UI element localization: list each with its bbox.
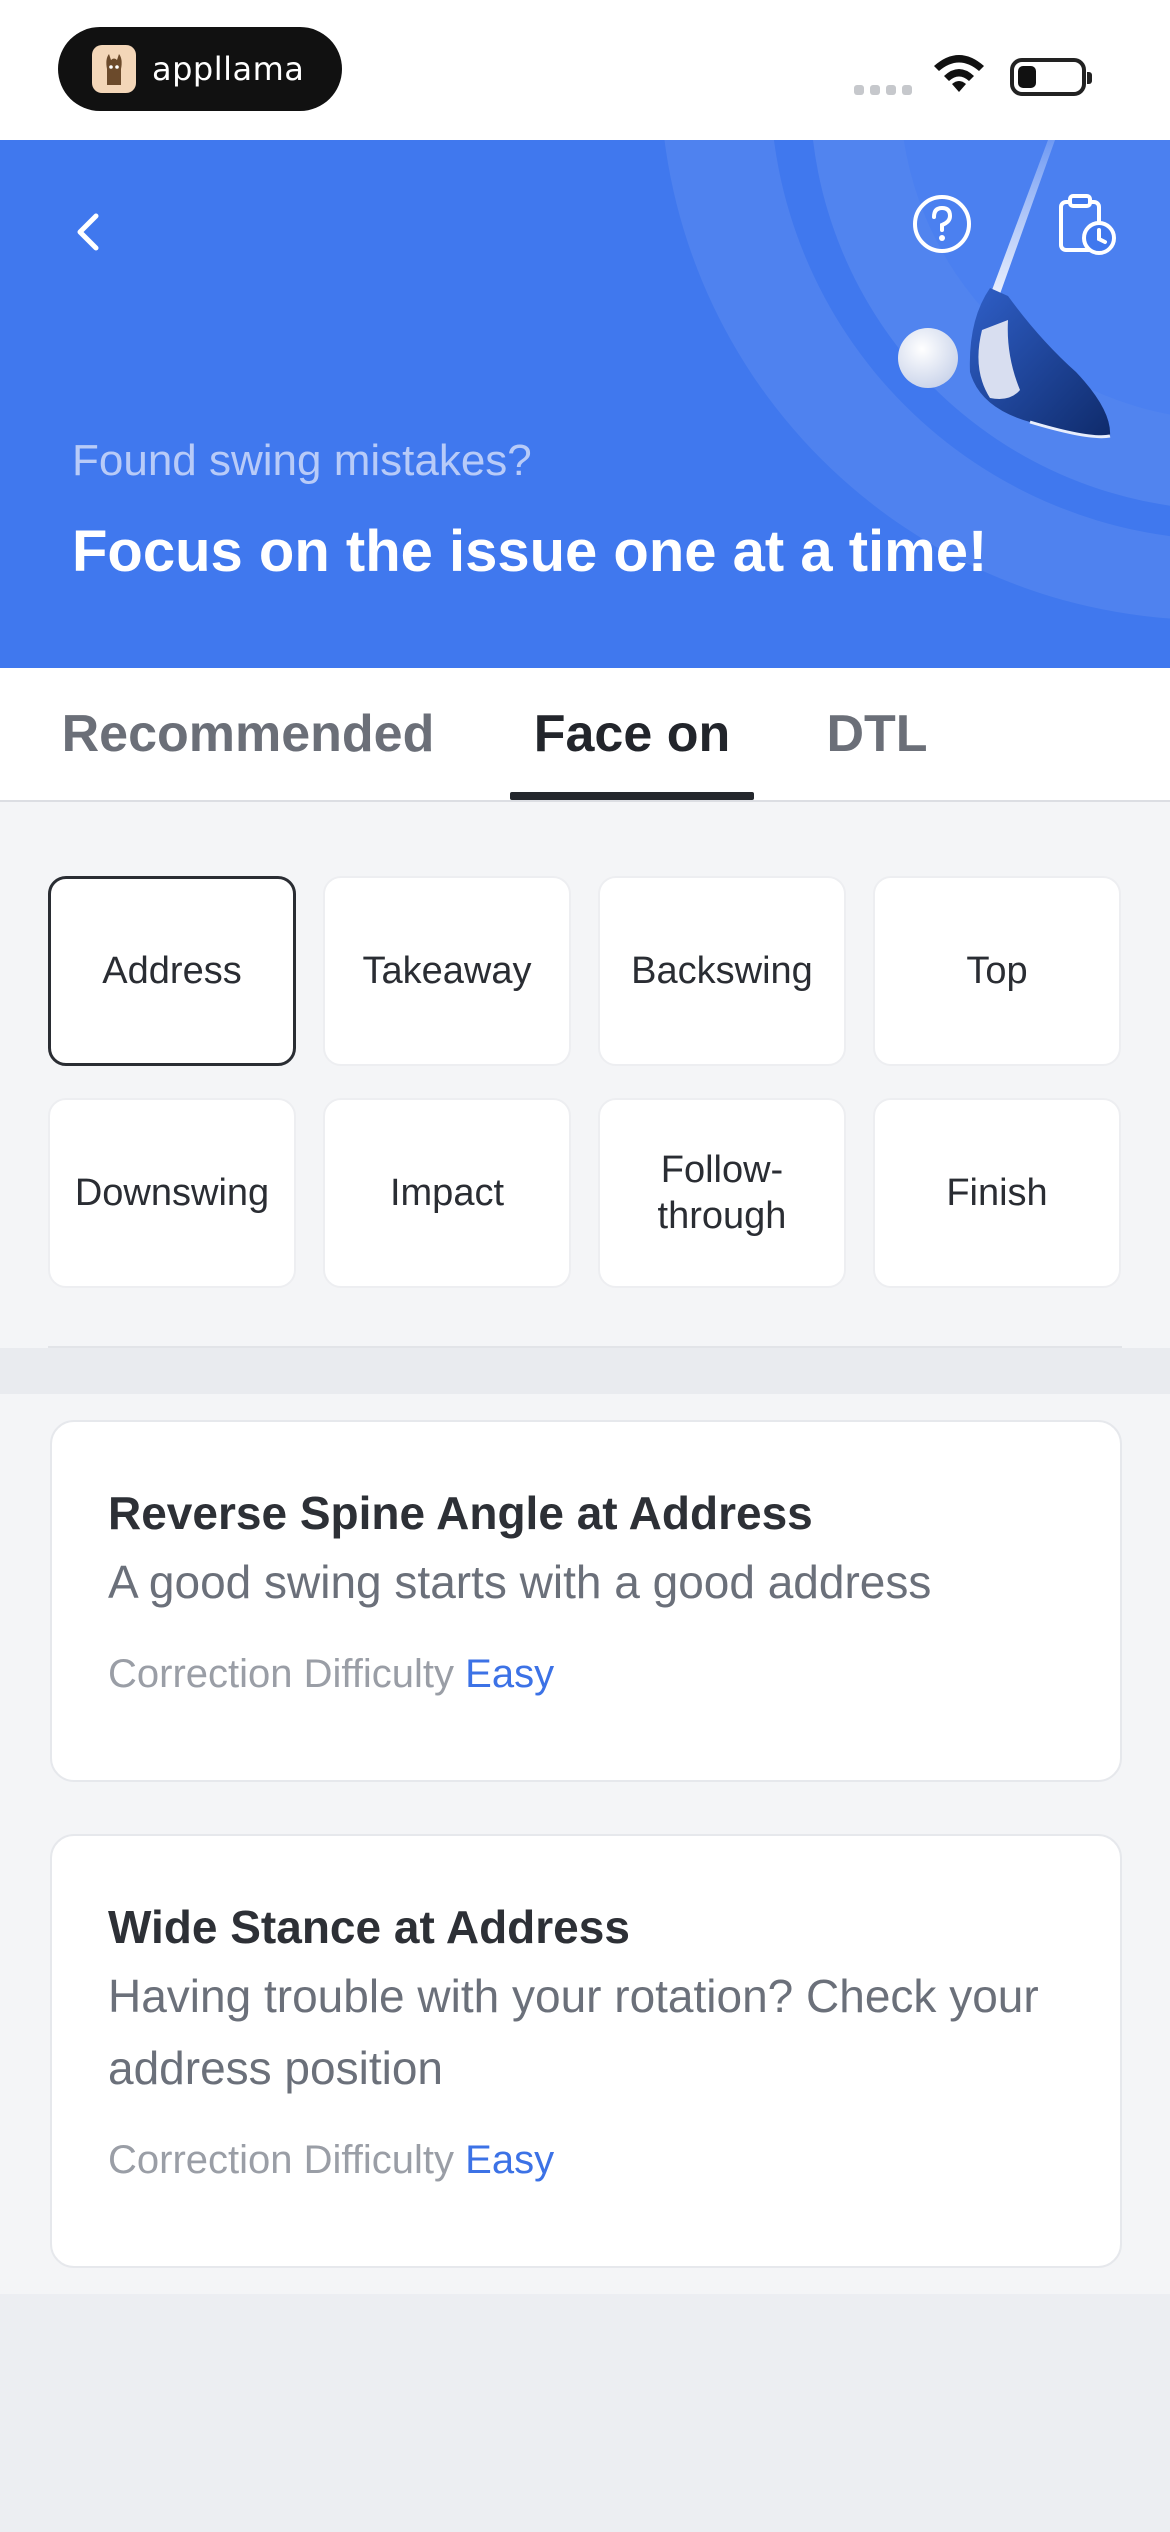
correction-difficulty: Correction Difficulty Easy <box>108 1652 554 1697</box>
difficulty-value: Easy <box>465 2138 555 2182</box>
mistake-list: Reverse Spine Angle at Address A good sw… <box>0 1394 1170 2294</box>
phase-impact[interactable]: Impact <box>323 1098 571 1288</box>
phase-finish[interactable]: Finish <box>873 1098 1121 1288</box>
phase-backswing[interactable]: Backswing <box>598 876 846 1066</box>
phase-takeaway[interactable]: Takeaway <box>323 876 571 1066</box>
mistake-card[interactable]: Reverse Spine Angle at Address A good sw… <box>50 1420 1122 1782</box>
section-separator <box>0 1348 1170 1394</box>
tab-dtl[interactable]: DTL <box>810 668 944 800</box>
wifi-icon <box>934 55 984 92</box>
app-badge: appllama <box>58 27 342 111</box>
history-icon[interactable] <box>1055 192 1117 258</box>
help-icon[interactable] <box>910 192 974 256</box>
difficulty-value: Easy <box>465 1652 555 1696</box>
tab-recommended[interactable]: Recommended <box>58 668 438 800</box>
phase-downswing[interactable]: Downswing <box>48 1098 296 1288</box>
status-bar: appllama <box>0 0 1170 140</box>
active-tab-indicator <box>510 792 754 800</box>
mistake-card[interactable]: Wide Stance at Address Having trouble wi… <box>50 1834 1122 2268</box>
mistake-description: Having trouble with your rotation? Check… <box>108 1970 1039 2094</box>
battery-icon <box>1010 58 1092 96</box>
cellular-signal-icon <box>854 85 912 95</box>
mistake-title: Reverse Spine Angle at Address <box>108 1487 813 1539</box>
hero-title: Focus on the issue one at a time! <box>72 519 988 584</box>
correction-difficulty: Correction Difficulty Easy <box>108 2138 554 2183</box>
phase-top[interactable]: Top <box>873 876 1121 1066</box>
hero-banner: Found swing mistakes? Focus on the issue… <box>0 140 1170 668</box>
view-tabs: Recommended Face on DTL <box>0 668 1170 802</box>
mistake-description: A good swing starts with a good address <box>108 1556 932 1608</box>
phase-follow-through[interactable]: Follow- through <box>598 1098 846 1288</box>
swing-phase-grid: Address Takeaway Backswing Top Downswing… <box>0 802 1170 1348</box>
mistake-title: Wide Stance at Address <box>108 1901 630 1953</box>
llama-logo-icon <box>92 45 136 93</box>
difficulty-label: Correction Difficulty <box>108 2138 455 2182</box>
difficulty-label: Correction Difficulty <box>108 1652 455 1696</box>
app-badge-text: appllama <box>152 50 305 88</box>
hero-subtitle: Found swing mistakes? <box>72 436 532 485</box>
back-icon[interactable] <box>62 200 112 264</box>
phase-address[interactable]: Address <box>48 876 296 1066</box>
tab-face-on[interactable]: Face on <box>510 668 754 800</box>
